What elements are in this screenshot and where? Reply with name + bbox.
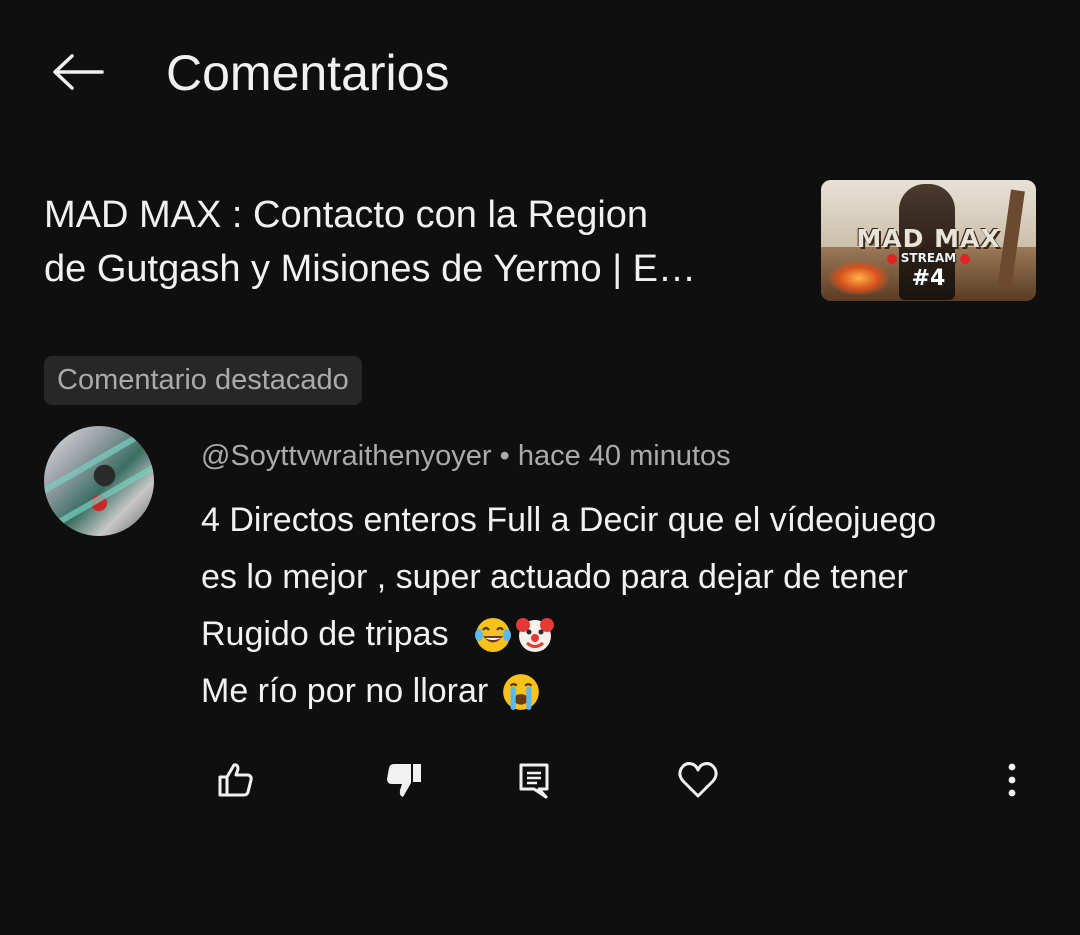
header: Comentarios bbox=[0, 0, 1080, 150]
video-info[interactable]: MAD MAX : Contacto con la Region de Gutg… bbox=[44, 180, 1036, 305]
thumbnail-episode-number: #4 bbox=[911, 266, 946, 291]
red-dot-icon bbox=[960, 253, 971, 264]
comment-line-3: Rugido de tripas bbox=[201, 615, 449, 653]
comment-meta: @Soyttvwraithenyoyer • hace 40 minutos bbox=[201, 436, 731, 476]
avatar[interactable] bbox=[44, 426, 154, 536]
crying-emoji-icon bbox=[503, 673, 540, 710]
video-thumbnail[interactable]: MAD MAX STREAM #4 bbox=[821, 180, 1036, 301]
more-vertical-icon bbox=[1008, 763, 1016, 797]
avatar-art bbox=[44, 426, 154, 497]
comment-line-3-wrap: Rugido de tripas bbox=[201, 606, 1051, 663]
comment-line-1: 4 Directos enteros Full a Decir que el v… bbox=[201, 501, 937, 539]
like-button[interactable] bbox=[206, 750, 266, 810]
comment: @Soyttvwraithenyoyer • hace 40 minutos 4… bbox=[44, 426, 1044, 726]
red-dot-icon bbox=[886, 253, 897, 264]
comment-line-2: es lo mejor , super actuado para dejar d… bbox=[201, 558, 908, 596]
thumbnail-stream-text: STREAM bbox=[900, 251, 957, 265]
thumbs-down-filled-icon bbox=[387, 764, 421, 797]
video-title-line-1: MAD MAX : Contacto con la Region bbox=[44, 194, 649, 236]
arrow-left-icon bbox=[53, 54, 104, 90]
reply-comment-icon bbox=[519, 763, 549, 799]
reply-button[interactable] bbox=[504, 750, 564, 810]
dislike-button[interactable] bbox=[374, 750, 434, 810]
video-title[interactable]: MAD MAX : Contacto con la Region de Gutg… bbox=[44, 188, 804, 296]
back-button[interactable] bbox=[40, 34, 116, 110]
comment-line-4: Me río por no llorar bbox=[201, 672, 489, 710]
heart-button[interactable] bbox=[668, 750, 728, 810]
meta-separator: • bbox=[499, 440, 510, 472]
tears-of-joy-emoji-icon bbox=[474, 617, 511, 652]
comment-body: 4 Directos enteros Full a Decir que el v… bbox=[201, 492, 1051, 720]
avatar-art bbox=[44, 461, 154, 536]
author-handle[interactable]: @Soyttvwraithenyoyer bbox=[201, 440, 492, 472]
video-title-line-2: de Gutgash y Misiones de Yermo | E… bbox=[44, 248, 696, 290]
comment-line-4-wrap: Me río por no llorar bbox=[201, 663, 1051, 720]
more-options-button[interactable] bbox=[982, 750, 1042, 810]
page-title: Comentarios bbox=[166, 45, 450, 101]
thumbs-up-icon bbox=[218, 763, 253, 797]
clown-emoji-icon bbox=[515, 617, 554, 652]
comment-actions bbox=[0, 750, 1080, 810]
thumbnail-stream-badge: STREAM bbox=[821, 251, 1036, 265]
thumbnail-logo-text: MAD MAX bbox=[856, 224, 1001, 253]
heart-icon bbox=[678, 762, 718, 798]
pinned-comment-chip: Comentario destacado bbox=[44, 356, 362, 405]
comment-time: hace 40 minutos bbox=[517, 440, 731, 472]
